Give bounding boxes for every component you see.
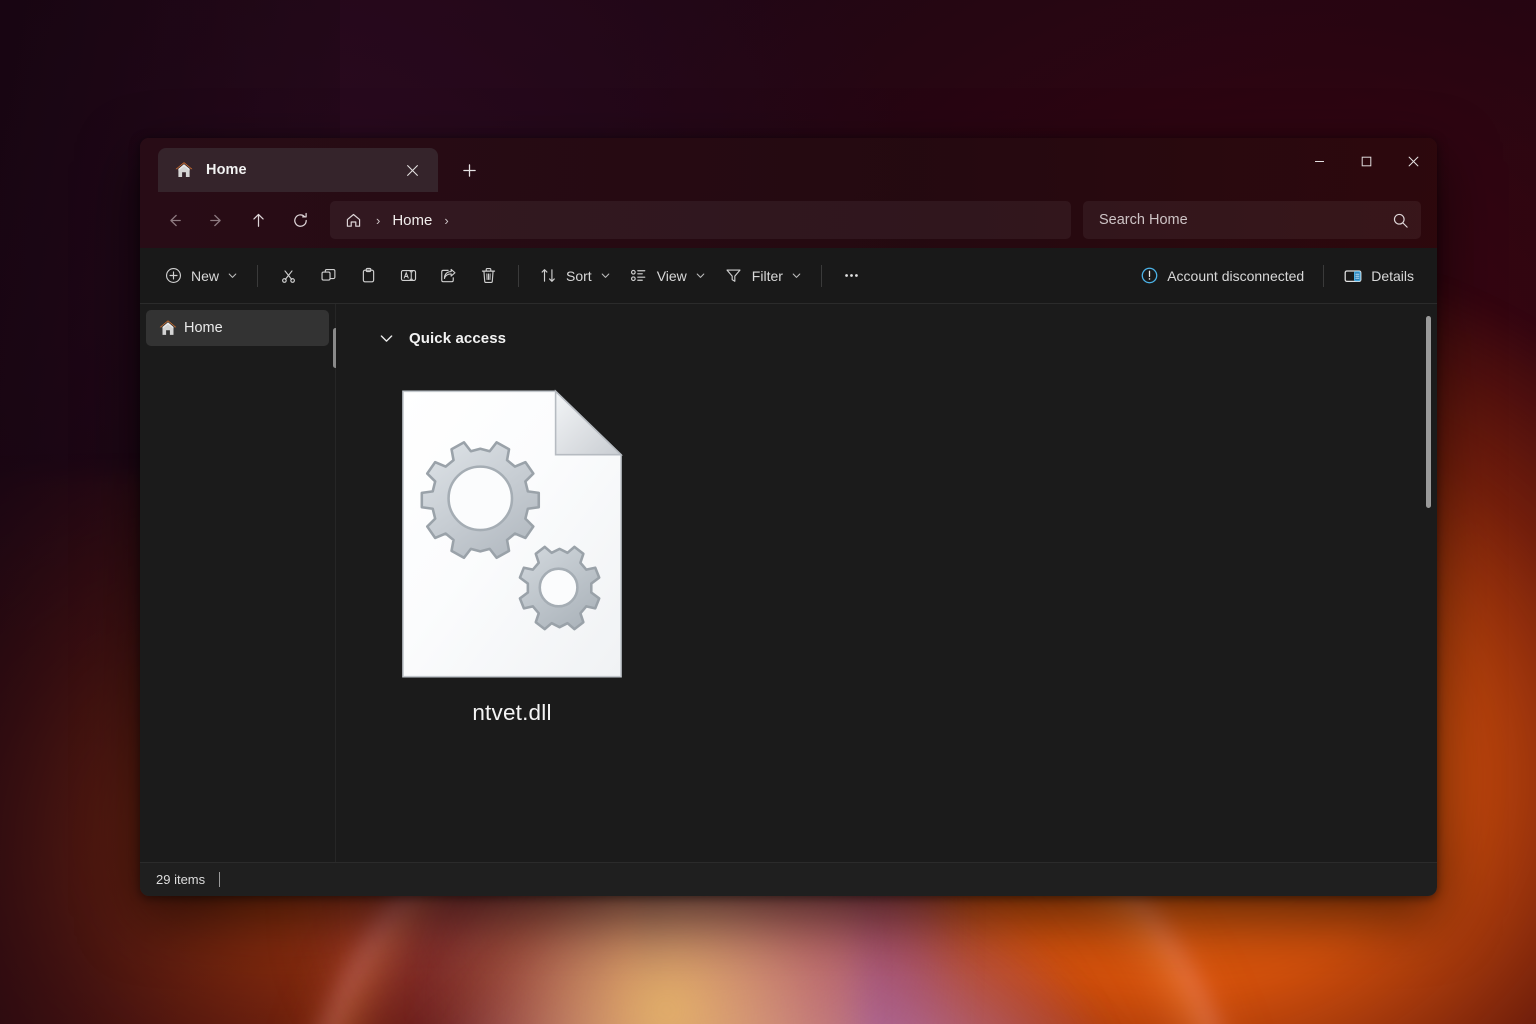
breadcrumb[interactable]: › Home › <box>330 201 1071 239</box>
new-button[interactable]: New <box>154 258 247 294</box>
group-title: Quick access <box>409 329 507 347</box>
window-body: Home Quick access ntvet.dll <box>140 304 1437 862</box>
command-bar: New Sort View Filter Account disconnecte… <box>140 248 1437 304</box>
chevron-down-icon <box>227 270 238 281</box>
home-outline-icon[interactable] <box>342 209 364 231</box>
new-tab-button[interactable] <box>452 153 486 187</box>
maximize-button[interactable] <box>1343 138 1390 184</box>
view-button-label: View <box>656 267 687 284</box>
search-placeholder: Search Home <box>1099 212 1188 228</box>
share-button[interactable] <box>428 258 468 294</box>
tab-home[interactable]: Home <box>158 148 438 192</box>
minimize-button[interactable] <box>1296 138 1343 184</box>
view-list-icon <box>629 266 649 286</box>
up-button[interactable] <box>240 203 276 237</box>
sort-button-label: Sort <box>566 267 592 284</box>
back-button[interactable] <box>156 203 192 237</box>
title-bar: Home <box>140 138 1437 192</box>
account-status-label: Account disconnected <box>1167 267 1305 284</box>
copy-button[interactable] <box>308 258 348 294</box>
paste-button[interactable] <box>348 258 388 294</box>
chevron-down-icon <box>600 270 611 281</box>
toolbar-divider-3 <box>820 264 822 287</box>
toolbar-divider-1 <box>257 264 259 287</box>
search-input[interactable]: Search Home <box>1083 201 1421 239</box>
copy-icon <box>318 266 338 286</box>
rename-button[interactable] <box>388 258 428 294</box>
dll-file-icon <box>401 388 623 680</box>
group-header-quick-access[interactable]: Quick access <box>336 304 1437 354</box>
file-name-label: ntvet.dll <box>472 700 552 725</box>
filter-button[interactable]: Filter <box>715 258 811 294</box>
file-grid: ntvet.dll <box>336 354 1437 736</box>
sort-arrows-icon <box>538 266 558 286</box>
chevron-down-icon[interactable] <box>378 330 395 347</box>
cut-button[interactable] <box>268 258 308 294</box>
filter-button-label: Filter <box>751 267 783 284</box>
share-icon <box>438 266 458 286</box>
delete-button[interactable] <box>468 258 508 294</box>
breadcrumb-sep-1: › <box>376 212 381 228</box>
tab-title: Home <box>206 162 247 178</box>
details-pane-button[interactable]: Details <box>1334 258 1423 294</box>
chevron-down-icon <box>791 270 802 281</box>
scissors-icon <box>278 266 298 286</box>
navigation-sidebar: Home <box>140 304 338 862</box>
file-explorer-window: Home › Home › Search Home New Sort View … <box>140 138 1437 896</box>
view-button[interactable]: View <box>620 258 715 294</box>
sidebar-item-home[interactable]: Home <box>146 310 338 368</box>
tab-strip: Home <box>140 138 486 192</box>
details-pane-label: Details <box>1371 267 1414 284</box>
breadcrumb-label-home[interactable]: Home <box>392 212 432 229</box>
rename-icon <box>398 266 418 286</box>
refresh-button[interactable] <box>282 203 318 237</box>
toolbar-divider-4 <box>1323 264 1325 287</box>
window-controls <box>1296 138 1437 184</box>
plus-circle-icon <box>163 266 183 286</box>
status-divider <box>219 872 221 887</box>
item-count-label: 29 items <box>156 872 206 887</box>
file-item[interactable]: ntvet.dll <box>384 378 640 736</box>
navigation-buttons <box>156 203 318 237</box>
toolbar-divider-2 <box>518 264 520 287</box>
clipboard-icon <box>358 266 378 286</box>
sidebar-item-label: Home <box>184 320 223 336</box>
close-window-button[interactable] <box>1390 138 1437 184</box>
account-status-button[interactable]: Account disconnected <box>1130 258 1313 294</box>
close-icon[interactable] <box>398 156 426 184</box>
content-scrollbar[interactable] <box>1426 316 1431 508</box>
status-bar: 29 items <box>140 862 1437 896</box>
chevron-down-icon <box>695 270 706 281</box>
trash-icon <box>478 266 498 286</box>
address-bar: › Home › Search Home <box>140 192 1437 248</box>
details-pane-icon <box>1343 266 1363 286</box>
sort-button[interactable]: Sort <box>529 258 620 294</box>
ellipsis-icon <box>842 266 862 286</box>
home-icon <box>174 160 194 180</box>
home-icon <box>158 318 178 338</box>
forward-button[interactable] <box>198 203 234 237</box>
breadcrumb-sep-2[interactable]: › <box>436 213 456 228</box>
new-button-label: New <box>191 267 220 284</box>
content-area[interactable]: Quick access ntvet.dll <box>336 304 1437 862</box>
funnel-icon <box>724 266 744 286</box>
search-icon[interactable] <box>1392 212 1409 229</box>
alert-circle-icon <box>1139 266 1159 286</box>
more-options-button[interactable] <box>832 258 872 294</box>
desktop-wallpaper: Home › Home › Search Home New Sort View … <box>0 0 1536 1024</box>
